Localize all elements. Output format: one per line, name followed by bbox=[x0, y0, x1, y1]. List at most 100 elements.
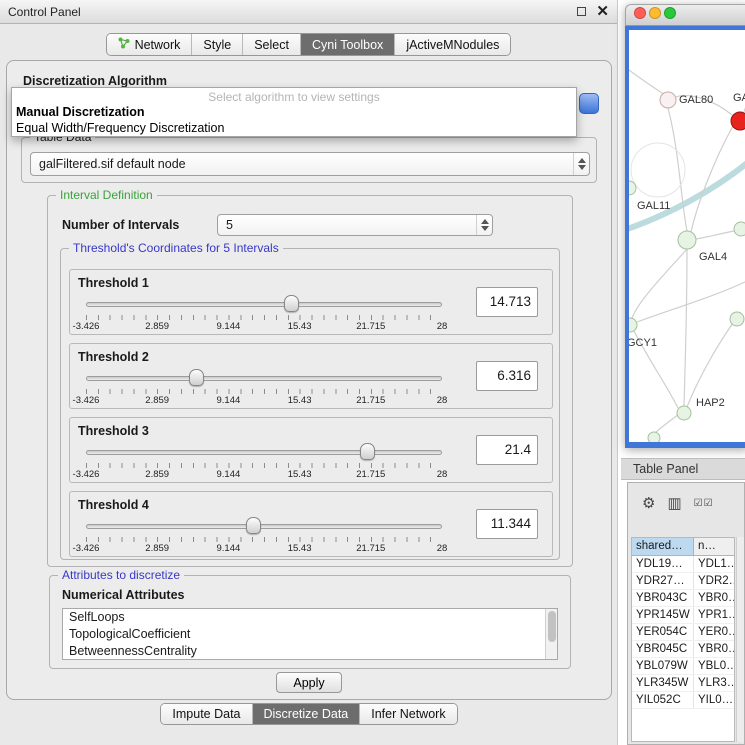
tab-label: Infer Network bbox=[371, 707, 445, 721]
table-row[interactable]: YER054CYER0… bbox=[632, 624, 734, 641]
table-row[interactable]: YDR27…YDR2… bbox=[632, 573, 734, 590]
traffic-light-zoom[interactable] bbox=[664, 7, 676, 19]
threshold-1-value-field[interactable]: 14.713 bbox=[476, 287, 538, 317]
numerical-attributes-list[interactable]: SelfLoopsTopologicalCoefficientBetweenne… bbox=[62, 608, 558, 660]
tab-select[interactable]: Select bbox=[243, 34, 301, 55]
cell-shared-name[interactable]: YDL19… bbox=[632, 556, 694, 572]
cell-shared-name[interactable]: YBR043C bbox=[632, 590, 694, 606]
cell-name[interactable]: YDR2… bbox=[694, 573, 734, 589]
popup-item-manual-discretization[interactable]: Manual Discretization bbox=[12, 104, 576, 120]
node-table[interactable]: shared… n… YDL19…YDL1…YDR27…YDR2…YBR043C… bbox=[631, 537, 735, 742]
table-row[interactable]: YDL19…YDL1… bbox=[632, 556, 734, 573]
cell-name[interactable]: YBR0… bbox=[694, 641, 734, 657]
list-scrollbar-thumb[interactable] bbox=[548, 611, 556, 642]
table-row[interactable]: YIL052CYIL0… bbox=[632, 692, 734, 709]
tick-label: -3.426 bbox=[73, 395, 100, 406]
cell-name[interactable]: YLR3… bbox=[694, 675, 734, 691]
cell-name[interactable]: YDL1… bbox=[694, 556, 734, 572]
popup-item-equal-width-frequency[interactable]: Equal Width/Frequency Discretization bbox=[12, 120, 576, 136]
cell-name[interactable]: YPR1… bbox=[694, 607, 734, 623]
network-node[interactable] bbox=[629, 318, 637, 332]
tab-network[interactable]: Network bbox=[107, 34, 193, 55]
tab-cyni-toolbox[interactable]: Cyni Toolbox bbox=[301, 34, 395, 55]
cell-name[interactable]: YER0… bbox=[694, 624, 734, 640]
slider-thumb[interactable] bbox=[284, 295, 299, 312]
table-data-select[interactable]: galFiltered.sif default node bbox=[30, 152, 590, 176]
cell-name[interactable]: YBL0… bbox=[694, 658, 734, 674]
cell-shared-name[interactable]: YPR145W bbox=[632, 607, 694, 623]
cell-name[interactable]: YIL0… bbox=[694, 692, 734, 708]
table-body: YDL19…YDL1…YDR27…YDR2…YBR043CYBR0…YPR145… bbox=[632, 556, 734, 709]
slider-track[interactable] bbox=[86, 524, 442, 529]
network-node[interactable] bbox=[677, 406, 691, 420]
cell-shared-name[interactable]: YLR345W bbox=[632, 675, 694, 691]
bottom-tab-group: Impute DataDiscretize Data Infer Network bbox=[160, 703, 457, 725]
threshold-4-value-field[interactable]: 11.344 bbox=[476, 509, 538, 539]
select-columns-icon[interactable]: ☑☑ bbox=[694, 496, 714, 512]
tab-label: Select bbox=[254, 38, 289, 52]
slider-track[interactable] bbox=[86, 376, 442, 381]
threshold-3-value-field[interactable]: 21.4 bbox=[476, 435, 538, 465]
list-scrollbar[interactable] bbox=[545, 609, 557, 659]
tick-label: 2.859 bbox=[145, 321, 169, 332]
cell-shared-name[interactable]: YBR045C bbox=[632, 641, 694, 657]
table-row[interactable]: YPR145WYPR1… bbox=[632, 607, 734, 624]
tab-impute-data[interactable]: Impute Data bbox=[161, 704, 252, 724]
network-canvas[interactable]: GAL80GAGAL11GAL4GCY1HAP2 bbox=[629, 30, 745, 442]
cell-shared-name[interactable]: YER054C bbox=[632, 624, 694, 640]
traffic-light-close[interactable] bbox=[634, 7, 646, 19]
table-scrollbar[interactable] bbox=[736, 537, 744, 742]
table-row[interactable]: YBR045CYBR0… bbox=[632, 641, 734, 658]
cell-shared-name[interactable]: YDR27… bbox=[632, 573, 694, 589]
network-node[interactable] bbox=[734, 222, 745, 236]
close-icon[interactable]: ✕ bbox=[596, 7, 609, 17]
threshold-3-slider[interactable]: -3.4262.8599.14415.4321.71528 bbox=[86, 442, 442, 480]
cell-shared-name[interactable]: YIL052C bbox=[632, 692, 694, 708]
traffic-light-minimize[interactable] bbox=[649, 7, 661, 19]
tab-infer-network[interactable]: Infer Network bbox=[360, 704, 456, 724]
slider-thumb[interactable] bbox=[246, 517, 261, 534]
network-node[interactable] bbox=[731, 112, 745, 130]
network-edge bbox=[656, 414, 679, 432]
algorithm-section-label: Discretization Algorithm bbox=[23, 74, 167, 88]
table-row[interactable]: YLR345WYLR3… bbox=[632, 675, 734, 692]
attribute-list-item[interactable]: BetweennessCentrality bbox=[63, 643, 557, 660]
network-edge bbox=[629, 70, 666, 96]
tab-discretize-data[interactable]: Discretize Data bbox=[253, 704, 361, 724]
bottom-tab-row: Impute DataDiscretize Data Infer Network bbox=[0, 703, 618, 725]
algorithm-combo-stepper[interactable] bbox=[579, 93, 599, 114]
attribute-list-item[interactable]: SelfLoops bbox=[63, 609, 557, 626]
threshold-2-value-field[interactable]: 6.316 bbox=[476, 361, 538, 391]
tab-style[interactable]: Style bbox=[192, 34, 243, 55]
network-edge bbox=[629, 160, 745, 230]
table-header-row: shared… n… bbox=[632, 538, 734, 556]
table-header-name[interactable]: n… bbox=[694, 538, 734, 555]
table-row[interactable]: YBR043CYBR0… bbox=[632, 590, 734, 607]
cell-shared-name[interactable]: YBL079W bbox=[632, 658, 694, 674]
slider-thumb[interactable] bbox=[360, 443, 375, 460]
threshold-1-slider[interactable]: -3.4262.8599.14415.4321.71528 bbox=[86, 294, 442, 332]
threshold-4-slider[interactable]: -3.4262.8599.14415.4321.71528 bbox=[86, 516, 442, 554]
cell-name[interactable]: YBR0… bbox=[694, 590, 734, 606]
attribute-list-item[interactable]: TopologicalCoefficient bbox=[63, 626, 557, 643]
network-node[interactable] bbox=[631, 143, 685, 197]
network-node[interactable] bbox=[730, 312, 744, 326]
network-node[interactable] bbox=[648, 432, 660, 442]
table-row[interactable]: YBL079WYBL0… bbox=[632, 658, 734, 675]
slider-track[interactable] bbox=[86, 450, 442, 455]
tab-jactivemnodules[interactable]: jActiveMNodules bbox=[395, 34, 510, 55]
threshold-2-slider[interactable]: -3.4262.8599.14415.4321.71528 bbox=[86, 368, 442, 406]
slider-thumb[interactable] bbox=[189, 369, 204, 386]
table-header-shared-name[interactable]: shared… bbox=[632, 538, 694, 555]
number-of-intervals-select[interactable]: 5 bbox=[217, 214, 493, 236]
float-window-icon[interactable] bbox=[577, 7, 586, 16]
network-node[interactable] bbox=[660, 92, 676, 108]
gear-icon[interactable]: ⚙ bbox=[642, 496, 655, 512]
slider-track[interactable] bbox=[86, 302, 442, 307]
network-node[interactable] bbox=[678, 231, 696, 249]
node-label-gcy1: GCY1 bbox=[629, 337, 657, 349]
attribute-items: SelfLoopsTopologicalCoefficientBetweenne… bbox=[63, 609, 557, 660]
columns-icon[interactable]: ▥ bbox=[667, 496, 681, 512]
top-tab-group: NetworkStyle Select Cyni ToolboxjActiveMNo… bbox=[106, 33, 512, 56]
apply-button[interactable]: Apply bbox=[276, 672, 342, 693]
